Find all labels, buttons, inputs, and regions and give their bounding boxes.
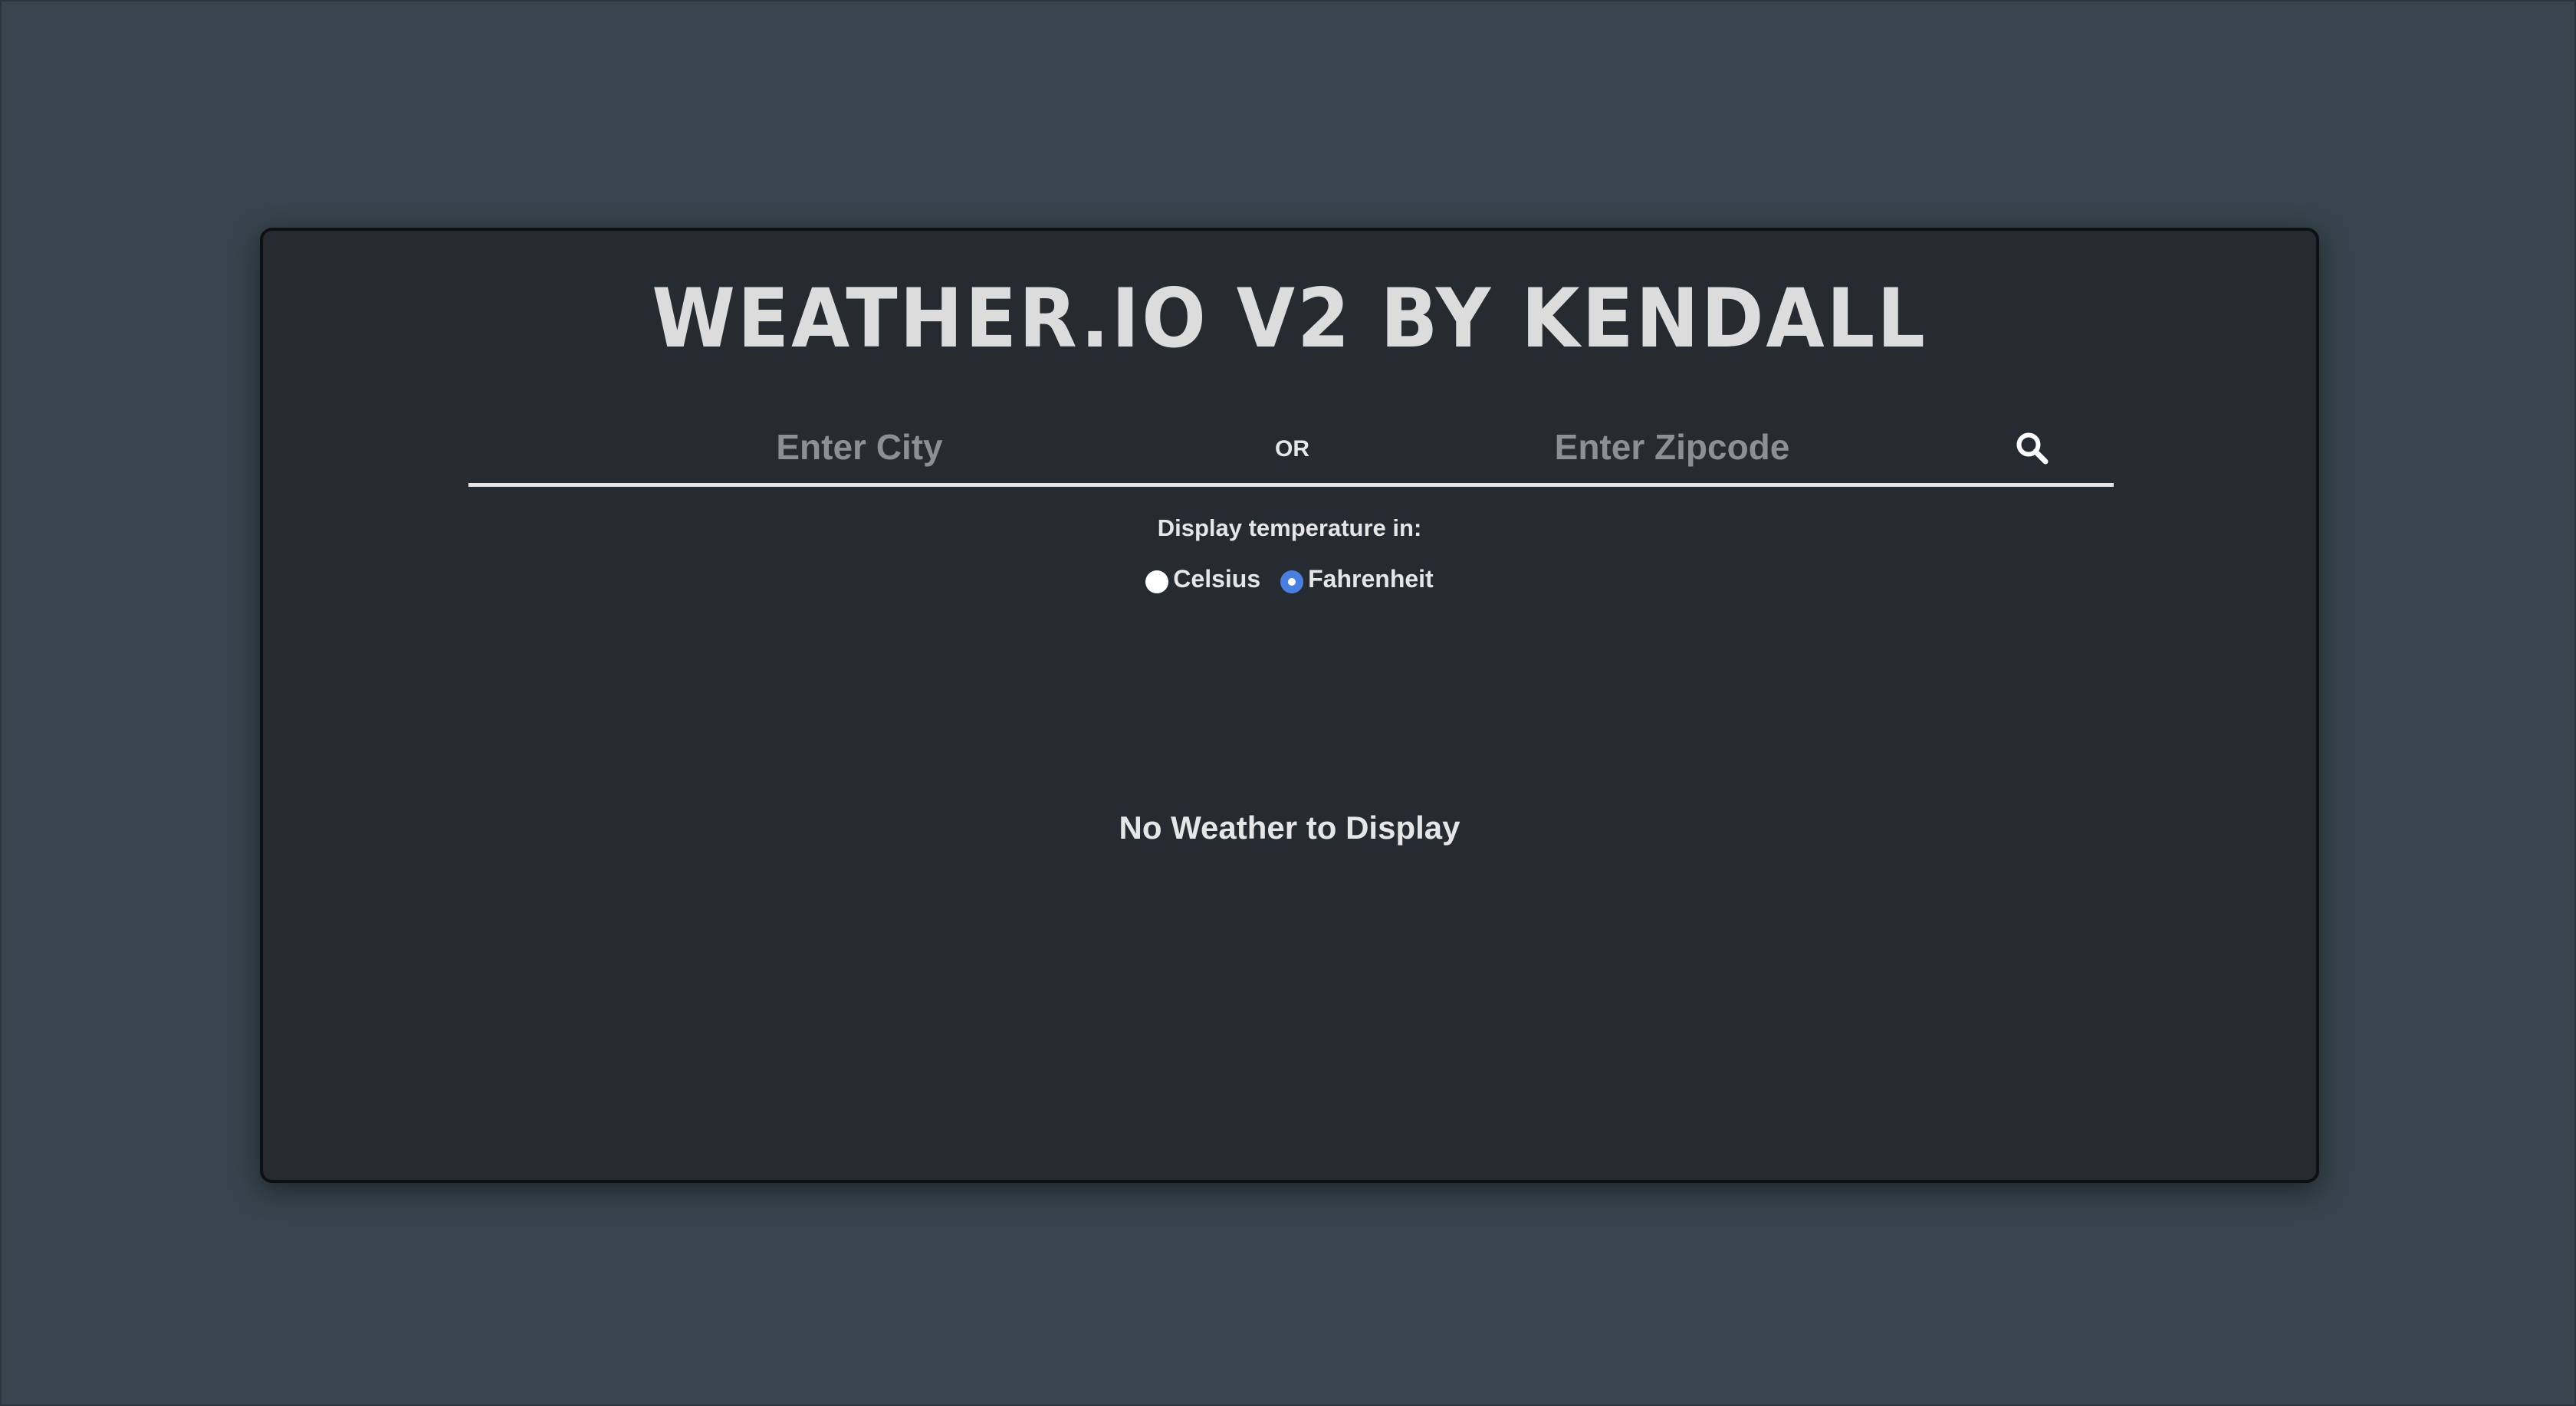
search-icon <box>2016 432 2049 465</box>
weather-card: WEATHER.IO V2 BY KENDALL OR Display temp… <box>260 228 2319 1183</box>
fahrenheit-option[interactable]: Fahrenheit <box>1280 565 1434 593</box>
or-label: OR <box>1275 436 1309 462</box>
celsius-option[interactable]: Celsius <box>1145 565 1260 593</box>
celsius-radio[interactable] <box>1145 570 1169 593</box>
city-input[interactable] <box>637 422 1082 471</box>
temperature-unit-options: Celsius Fahrenheit <box>263 565 2316 593</box>
zipcode-input[interactable] <box>1450 422 1894 471</box>
search-button[interactable] <box>2009 425 2055 471</box>
fahrenheit-radio[interactable] <box>1280 570 1304 593</box>
temperature-unit-label: Display temperature in: <box>1157 514 1422 541</box>
fahrenheit-label: Fahrenheit <box>1308 565 1434 593</box>
celsius-label: Celsius <box>1173 565 1261 593</box>
app-title: WEATHER.IO V2 BY KENDALL <box>652 271 1927 366</box>
search-bar: OR <box>468 415 2114 487</box>
empty-weather-message: No Weather to Display <box>1119 810 1460 846</box>
